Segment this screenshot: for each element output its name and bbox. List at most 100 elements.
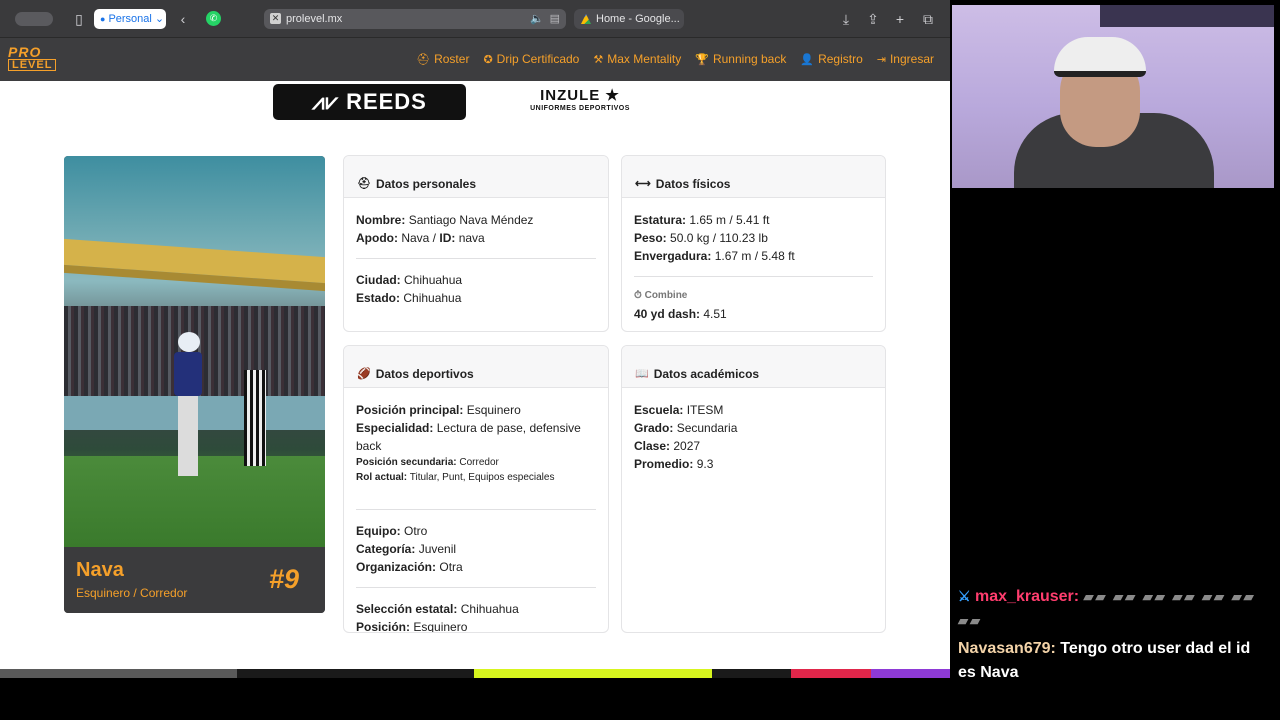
equipo-value: Otro (404, 524, 428, 538)
combine-subheading: ⏱ Combine (634, 290, 688, 301)
posicion-row: Posición: Esquinero (356, 620, 468, 633)
panel-header: ⟷ Datos físicos (622, 156, 885, 198)
address-bar[interactable]: ✕ prolevel.mx 🔈 ▤ (264, 9, 566, 29)
panel-datos-fisicos: ⟷ Datos físicos Estatura: 1.65 m / 5.41 f… (621, 155, 886, 332)
helmet-icon: ⛑ (416, 53, 431, 66)
nav-running-back[interactable]: 🏆 Running back (695, 52, 786, 66)
player-card: Nava Esquinero / Corredor #9 (64, 156, 325, 613)
window-controls[interactable] (15, 12, 53, 26)
profile-label: Personal (108, 13, 152, 25)
id-value: nava (458, 231, 485, 245)
nav-label: Ingresar (889, 52, 934, 66)
browser-toolbar: ▯ ● Personal ⌄ ‹ ✆ ✕ prolevel.mx 🔈 ▤ Home… (0, 0, 950, 38)
divider (356, 509, 596, 510)
logo-top: PRO (8, 44, 42, 60)
chat-username: Navasan679: (958, 640, 1056, 657)
posicion-principal-row: Posición principal: Esquinero (356, 403, 521, 417)
envergadura-value: 1.67 m / 5.48 ft (714, 249, 795, 263)
nav-label: Drip Certificado (496, 52, 580, 66)
google-drive-icon (581, 14, 591, 24)
nav-menu: ⛑ Roster ✪ Drip Certificado ⚒ Max Mentality… (416, 52, 934, 66)
nav-max-mentality[interactable]: ⚒ Max Mentality (593, 52, 681, 66)
new-tab-icon[interactable]: + (891, 10, 909, 28)
categoria-row: Categoría: Juvenil (356, 542, 457, 556)
rol-value: Titular, Punt, Equipos especiales (409, 472, 555, 483)
helmet-icon: ⛑ (357, 178, 371, 190)
estado-row: Estado: Chihuahua (356, 291, 462, 305)
grado-row: Grado: Secundaria (634, 421, 738, 435)
escuela-value: ITESM (686, 403, 724, 417)
prolevel-logo[interactable]: PRO LEVEL (8, 44, 68, 71)
panel-header: 📖 Datos académicos (622, 346, 885, 388)
dumbbell-icon: ⚒ (593, 53, 604, 66)
estatura-value: 1.65 m / 5.41 ft (689, 213, 770, 227)
divider (356, 587, 596, 588)
back-icon[interactable]: ‹ (174, 10, 192, 28)
posicion-secundaria-row: Posición secundaria: Corredor (356, 457, 499, 468)
panel-title: Datos físicos (655, 176, 731, 191)
peso-row: Peso: 50.0 kg / 110.23 lb (634, 231, 768, 245)
nav-drip-certificado[interactable]: ✪ Drip Certificado (483, 52, 579, 66)
url-text: prolevel.mx (286, 13, 343, 25)
player-positions: Esquinero / Corredor (76, 586, 188, 600)
organizacion-row: Organización: Otra (356, 560, 463, 574)
panel-datos-personales: ⛑ Datos personales Nombre: Santiago Nava … (343, 155, 609, 332)
dash-row: 40 yd dash: 4.51 (634, 307, 727, 321)
profile-switcher[interactable]: ● Personal ⌄ (94, 9, 166, 29)
envergadura-row: Envergadura: 1.67 m / 5.48 ft (634, 249, 795, 263)
apodo-value: Nava (401, 231, 430, 245)
escuela-row: Escuela: ITESM (634, 403, 724, 417)
download-icon[interactable]: ⤓ (837, 10, 855, 28)
posicion-secundaria-value: Corredor (459, 457, 499, 468)
share-icon[interactable]: ⇪ (864, 10, 882, 28)
login-icon: ⇥ (876, 53, 886, 66)
promedio-row: Promedio: 9.3 (634, 457, 714, 471)
site-navbar: PRO LEVEL ⛑ Roster ✪ Drip Certificado ⚒ Max… (0, 38, 950, 81)
seleccion-row: Selección estatal: Chihuahua (356, 602, 519, 616)
sponsor-reeds-logo[interactable]: ⩘⩗ REEDS (273, 84, 466, 120)
rol-row: Rol actual: Titular, Punt, Equipos espec… (356, 472, 555, 483)
whatsapp-icon[interactable]: ✆ (206, 11, 221, 26)
dumbbell-icon: ⟷ (635, 178, 651, 190)
player-number: #9 (268, 564, 299, 594)
categoria-value: Juvenil (418, 542, 457, 556)
tab-google-home[interactable]: Home - Google... (574, 9, 684, 29)
estatura-row: Estatura: 1.65 m / 5.41 ft (634, 213, 770, 227)
apodo-row: Apodo: Nava / ID: nava (356, 231, 485, 245)
nav-label: Roster (434, 52, 470, 66)
grado-value: Secundaria (676, 421, 738, 435)
seleccion-value: Chihuahua (460, 602, 519, 616)
player-name: Nava (76, 559, 124, 581)
estado-value: Chihuahua (403, 291, 462, 305)
stream-progress-strip (0, 669, 950, 678)
nav-ingresar[interactable]: ⇥ Ingresar (877, 52, 934, 66)
page-content: ⩘⩗ REEDS INZULE ★ UNIFORMES DEPORTIVOS N… (0, 81, 950, 669)
reader-icon[interactable]: ▤ (550, 9, 560, 29)
nav-label: Max Mentality (607, 52, 682, 66)
clase-value: 2027 (673, 439, 701, 453)
panel-title: Datos académicos (653, 366, 760, 381)
user-plus-icon: 👤 (800, 53, 815, 66)
promedio-value: 9.3 (696, 457, 714, 471)
posicion-principal-value: Esquinero (466, 403, 521, 417)
sidebar-icon[interactable]: ▯ (70, 10, 88, 28)
sword-badge-icon: ⚔ (958, 588, 971, 604)
badge-icon: ✪ (483, 53, 493, 66)
webcam-feed (952, 5, 1274, 188)
panel-header: 🏈 Datos deportivos (344, 346, 608, 388)
player-card-footer: Nava Esquinero / Corredor #9 (64, 547, 325, 613)
clase-row: Clase: 2027 (634, 439, 701, 453)
tab-title: Home - Google... (596, 13, 680, 25)
panel-datos-deportivos: 🏈 Datos deportivos Posición principal: Es… (343, 345, 609, 633)
trophy-icon: 🏆 (695, 53, 709, 66)
sponsor-inzule-logo[interactable]: INZULE ★ UNIFORMES DEPORTIVOS (525, 88, 635, 117)
person-icon: ● (100, 14, 106, 24)
book-icon: 📖 (635, 368, 649, 380)
ciudad-row: Ciudad: Chihuahua (356, 273, 463, 287)
nav-roster[interactable]: ⛑ Roster (416, 52, 469, 66)
tabs-overview-icon[interactable]: ⧉ (919, 10, 937, 28)
audio-icon[interactable]: 🔈 (530, 9, 544, 29)
nav-registro[interactable]: 👤 Registro (800, 52, 862, 66)
organizacion-value: Otra (439, 560, 463, 574)
stream-chat: ⚔ max_krauser: ▰▰ ▰▰ ▰▰ ▰▰ ▰▰ ▰▰ ▰▰ Nava… (958, 584, 1268, 689)
